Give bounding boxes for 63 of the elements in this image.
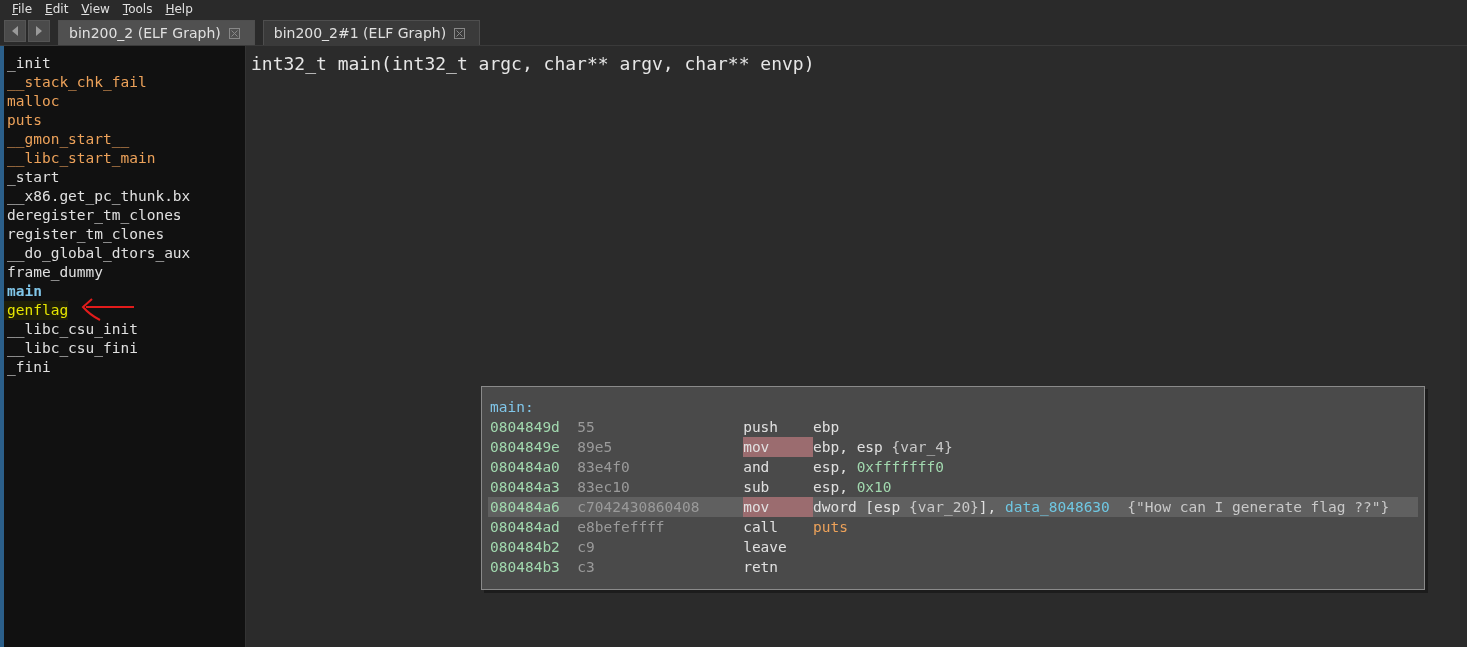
block-label: main: bbox=[489, 398, 535, 417]
address: 080484a0 bbox=[490, 458, 561, 477]
mnemonic: leave bbox=[743, 538, 788, 557]
address: 080484b3 bbox=[490, 558, 561, 577]
symbol-item[interactable]: malloc bbox=[4, 92, 60, 111]
operands: ebp, esp {var_4} bbox=[813, 438, 953, 457]
symbol-item[interactable]: puts bbox=[4, 111, 42, 130]
operands: ebp bbox=[813, 418, 840, 437]
operands: dword [esp {var_20}], data_8048630 {"How can I generate flag ??"} bbox=[813, 498, 1390, 517]
symbol-item[interactable]: genflag bbox=[4, 301, 69, 320]
symbol-item[interactable]: _fini bbox=[4, 358, 51, 377]
mnemonic: and bbox=[743, 458, 771, 477]
instruction-bytes: 83ec10 bbox=[577, 478, 631, 497]
instruction-bytes: 55 bbox=[577, 418, 596, 437]
address: 080484a6 bbox=[490, 498, 561, 517]
symbol-item[interactable]: _start bbox=[4, 168, 60, 187]
symbol-item[interactable]: __stack_chk_fail bbox=[4, 73, 147, 92]
forward-button[interactable] bbox=[28, 20, 50, 42]
symbol-item[interactable]: _init bbox=[4, 54, 51, 73]
symbol-item[interactable]: deregister_tm_clones bbox=[4, 206, 182, 225]
instruction-bytes: 89e5 bbox=[577, 438, 614, 457]
address: 080484b2 bbox=[490, 538, 561, 557]
tab[interactable]: bin200_2#1 (ELF Graph) bbox=[262, 20, 481, 45]
forward-arrow-icon bbox=[35, 26, 43, 36]
instruction-bytes: c9 bbox=[577, 538, 596, 557]
symbol-item[interactable]: __x86.get_pc_thunk.bx bbox=[4, 187, 191, 206]
mnemonic: sub bbox=[743, 478, 771, 497]
back-button[interactable] bbox=[4, 20, 26, 42]
symbol-item[interactable]: main bbox=[4, 282, 42, 301]
mnemonic: push bbox=[743, 418, 780, 437]
mnemonic: mov bbox=[743, 437, 813, 457]
menu-item[interactable]: File bbox=[12, 1, 33, 16]
mnemonic: call bbox=[743, 518, 780, 537]
instruction-bytes: e8befeffff bbox=[577, 518, 666, 537]
operands: esp, 0xfffffff0 bbox=[813, 458, 944, 477]
menu-item[interactable]: Help bbox=[165, 1, 193, 16]
symbol-item[interactable]: register_tm_clones bbox=[4, 225, 165, 244]
symbol-item[interactable]: __do_global_dtors_aux bbox=[4, 244, 191, 263]
symbol-item[interactable]: __libc_csu_fini bbox=[4, 339, 138, 358]
symbol-item[interactable]: __libc_csu_init bbox=[4, 320, 138, 339]
tab[interactable]: bin200_2 (ELF Graph) bbox=[58, 20, 255, 45]
address: 080484ad bbox=[490, 518, 561, 537]
close-icon[interactable] bbox=[454, 27, 466, 39]
mnemonic: retn bbox=[743, 558, 780, 577]
symbol-item[interactable]: __gmon_start__ bbox=[4, 130, 130, 149]
menu-item[interactable]: Edit bbox=[45, 1, 69, 16]
close-icon[interactable] bbox=[228, 27, 240, 39]
address: 0804849e bbox=[490, 438, 561, 457]
operands: puts bbox=[813, 518, 848, 537]
symbol-item[interactable]: frame_dummy bbox=[4, 263, 104, 282]
mnemonic: mov bbox=[743, 497, 813, 517]
menu-item[interactable]: Tools bbox=[122, 1, 153, 16]
address: 080484a3 bbox=[490, 478, 561, 497]
menu-item[interactable]: View bbox=[81, 1, 110, 16]
instruction-bytes: c7042430860408 bbox=[577, 498, 701, 517]
function-signature: int32_t main(int32_t argc, char** argv, char** envp) bbox=[250, 52, 816, 74]
back-arrow-icon bbox=[11, 26, 19, 36]
address: 0804849d bbox=[490, 418, 561, 437]
instruction-bytes: 83e4f0 bbox=[577, 458, 631, 477]
symbol-item[interactable]: __libc_start_main bbox=[4, 149, 156, 168]
selected-instruction-row[interactable]: 080484a6 c7042430860408 mov dword [esp {var_20}], data_8048630 {"How can I generate flag ??"} bbox=[488, 497, 1418, 517]
instruction-bytes: c3 bbox=[577, 558, 596, 577]
operands: esp, 0x10 bbox=[813, 478, 892, 497]
